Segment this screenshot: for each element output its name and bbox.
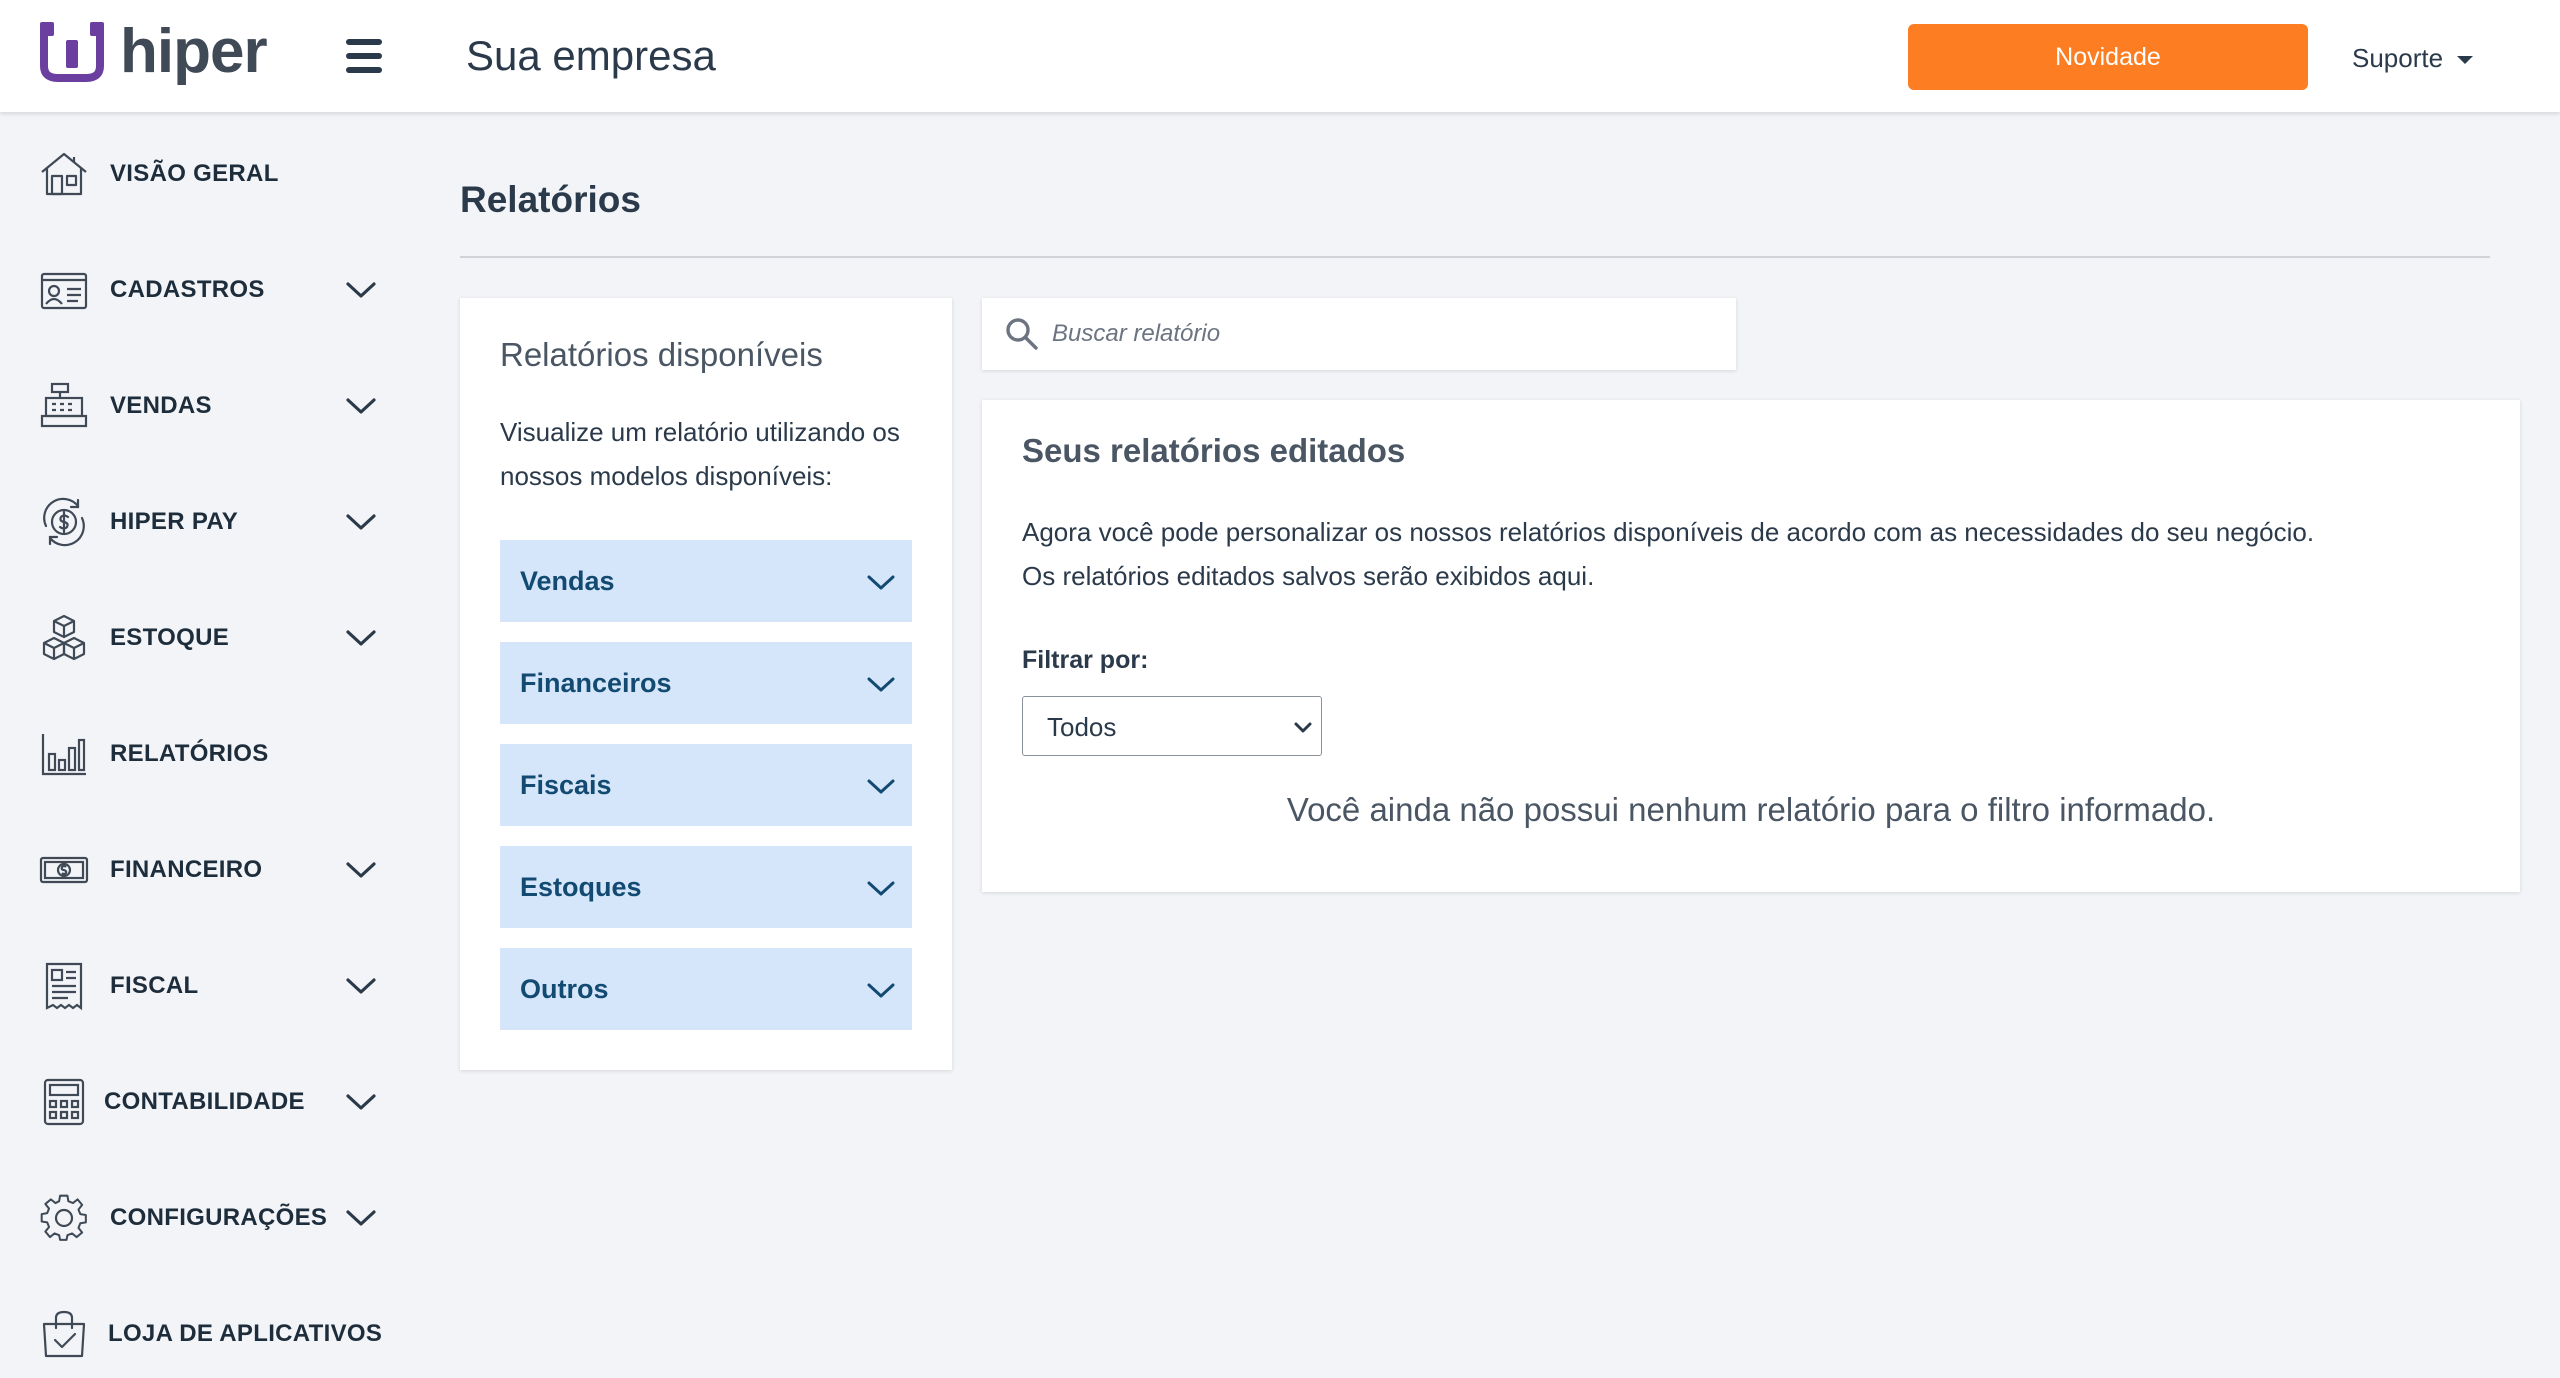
empty-state-message: Você ainda não possui nenhum relatório p… [1286,791,2216,828]
page-title: Relatórios [460,179,641,220]
brand-logo[interactable]: hiper [40,17,268,86]
sidebar-item-contabilidade[interactable]: CONTABILIDADE [0,1066,400,1138]
company-name: Sua empresa [466,32,716,79]
category-fiscais[interactable]: Fiscais [500,744,912,826]
category-label: Vendas [520,566,615,596]
chevron-down-icon [346,630,376,646]
gear-icon [38,1192,90,1244]
banknote-icon [38,844,90,896]
sidebar-item-vendas[interactable]: VENDAS [0,370,400,442]
sidebar-item-financeiro[interactable]: FINANCEIRO [0,834,400,906]
available-reports-title: Relatórios disponíveis [500,336,823,373]
sidebar-item-label: LOJA DE APLICATIVOS [108,1320,383,1347]
bar-chart-icon [38,728,90,780]
filter-label: Filtrar por: [1022,646,1149,674]
sidebar-item-fiscal[interactable]: FISCAL [0,950,400,1022]
category-label: Outros [520,974,609,1004]
sidebar-item-visao-geral[interactable]: VISÃO GERAL [0,138,400,210]
description-line: Os relatórios editados salvos serão exib… [1022,561,1595,591]
category-label: Estoques [520,872,642,902]
sidebar-item-label: CONTABILIDADE [104,1088,305,1115]
sidebar: VISÃO GERAL CADASTROS VENDAS HIPER PAY E… [0,112,420,1378]
edited-reports-description: Agora você pode personalizar os nossos r… [1022,510,2482,598]
category-vendas[interactable]: Vendas [500,540,912,622]
sidebar-item-label: VENDAS [110,392,212,419]
category-financeiros[interactable]: Financeiros [500,642,912,724]
sidebar-item-estoque[interactable]: ESTOQUE [0,602,400,674]
chevron-down-icon [867,779,895,794]
sidebar-item-configuracoes[interactable]: CONFIGURAÇÕES [0,1182,400,1254]
support-label: Suporte [2352,43,2444,73]
category-estoques[interactable]: Estoques [500,846,912,928]
sidebar-item-relatorios[interactable]: RELATÓRIOS [0,718,400,790]
edited-reports-card: Seus relatórios editados Agora você pode… [982,400,2520,892]
chevron-down-icon [346,978,376,994]
chevron-down-icon [867,983,895,998]
chevron-down-icon [346,282,376,298]
top-bar: hiper Sua empresa Novidade Suporte [0,0,2560,112]
sidebar-item-hiper-pay[interactable]: HIPER PAY [0,486,400,558]
chevron-down-icon [346,514,376,530]
sidebar-item-label: RELATÓRIOS [110,740,269,767]
sidebar-item-loja-de-aplicativos[interactable]: LOJA DE APLICATIVOS [0,1298,400,1370]
boxes-icon [38,612,90,664]
chevron-down-icon [867,575,895,590]
sidebar-item-label: FINANCEIRO [110,856,263,883]
description-line: Agora você pode personalizar os nossos r… [1022,517,2315,547]
sidebar-item-cadastros[interactable]: CADASTROS [0,254,400,326]
filter-selected-value: Todos [1047,712,1117,742]
id-card-icon [38,264,90,316]
chevron-down-icon [867,677,895,692]
brand-name: hiper [120,17,268,86]
title-divider [460,256,2490,258]
caret-down-icon [2457,56,2474,64]
chevron-down-icon [346,398,376,414]
available-reports-card: Relatórios disponíveis Visualize um rela… [460,298,952,1070]
filter-select[interactable]: Todos [1022,696,1322,756]
search-icon [1006,318,1038,350]
search-input[interactable] [1052,298,1712,370]
home-icon [38,148,90,200]
calculator-icon [38,1076,90,1128]
sidebar-item-label: FISCAL [110,972,199,999]
category-outros[interactable]: Outros [500,948,912,1030]
dollar-refresh-icon [38,496,90,548]
category-label: Financeiros [520,668,672,698]
sidebar-item-label: CADASTROS [110,276,265,303]
available-reports-description: Visualize um relatório utilizando os nos… [500,417,900,491]
chevron-down-icon [346,1210,376,1226]
hiper-logo-icon [40,22,104,82]
category-label: Fiscais [520,770,612,800]
chevron-down-icon [1294,722,1312,733]
chevron-down-icon [346,862,376,878]
edited-reports-title: Seus relatórios editados [1022,432,1406,469]
sidebar-item-label: ESTOQUE [110,624,230,651]
sidebar-item-label: CONFIGURAÇÕES [110,1204,328,1231]
novidade-button[interactable]: Novidade [1908,24,2308,90]
menu-toggle-button[interactable] [344,36,384,76]
sidebar-item-label: HIPER PAY [110,508,239,535]
report-search [982,298,1736,370]
sidebar-item-label: VISÃO GERAL [110,160,279,187]
hamburger-icon [346,39,382,73]
shopping-bag-check-icon [38,1308,90,1360]
chevron-down-icon [346,1094,376,1110]
support-dropdown[interactable]: Suporte [2352,40,2474,76]
chevron-down-icon [867,881,895,896]
receipt-icon [38,960,90,1012]
cash-register-icon [38,380,90,432]
